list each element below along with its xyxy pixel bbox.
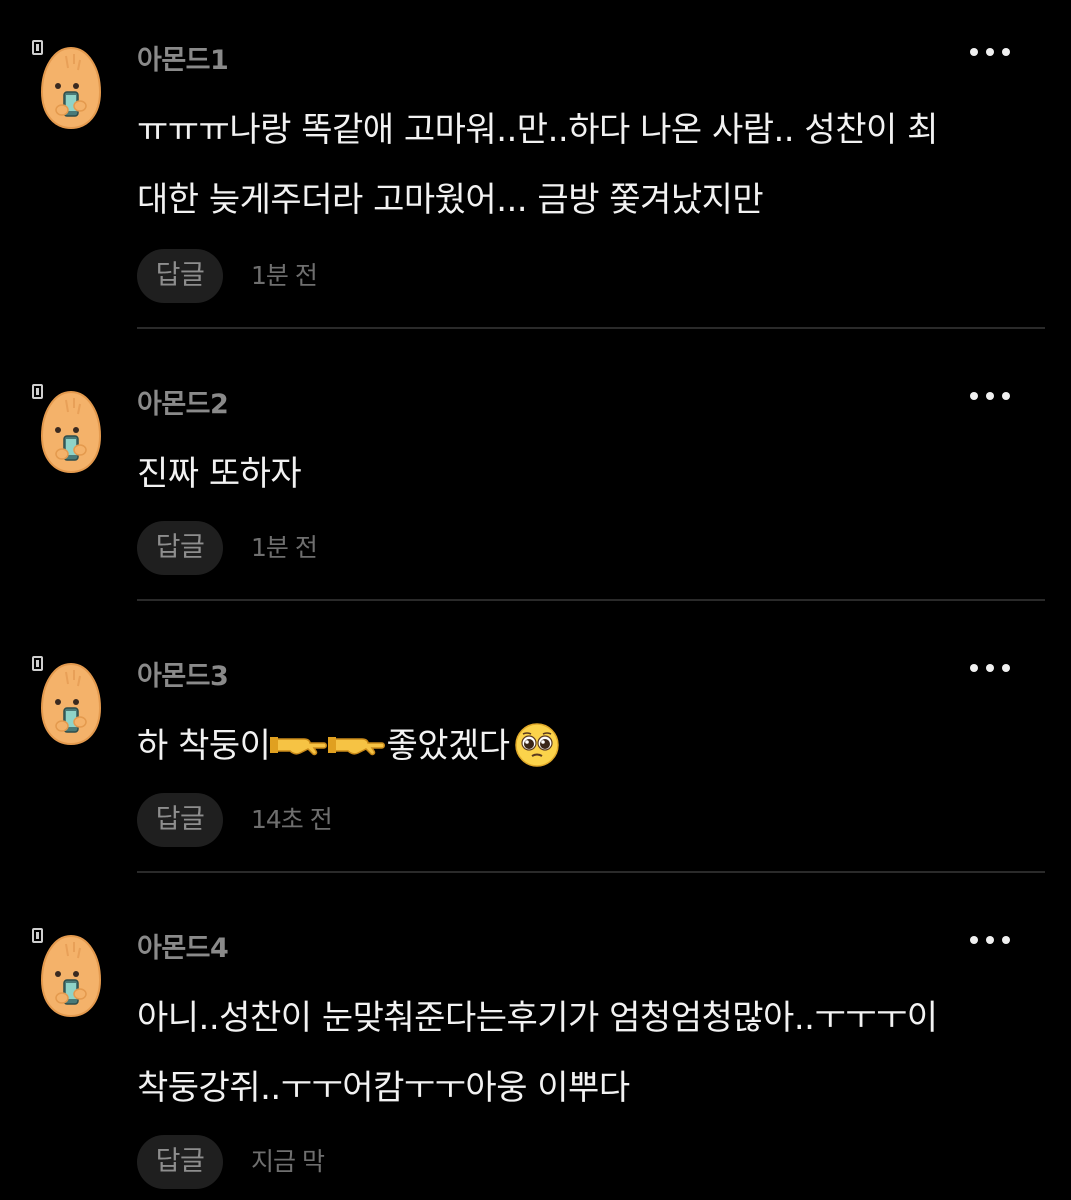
comment-author[interactable]: 아몬드2 xyxy=(137,387,229,423)
pointing-hand-emoji-icon xyxy=(328,736,386,755)
comment-text-part: 좋았겠다 xyxy=(386,726,510,766)
comment-text-line: 아니..성찬이 눈맞춰준다는후기가 엄청엄청많아..ㅜㅜㅜ이 xyxy=(137,998,938,1038)
comment-text-line: 하 착둥이 좋았겠다 xyxy=(137,711,1037,781)
more-options-icon[interactable] xyxy=(970,40,1010,64)
comment-timestamp: 14초 전 xyxy=(251,805,333,834)
almond-avatar-icon[interactable] xyxy=(36,934,106,1018)
comment-text-part: 하 착둥이 xyxy=(137,726,271,766)
almond-avatar-icon[interactable] xyxy=(36,662,106,746)
divider xyxy=(137,871,1045,873)
reply-button[interactable]: 답글 xyxy=(137,249,223,303)
reply-button[interactable]: 답글 xyxy=(137,521,223,575)
comment-text: ㅠㅠㅠ나랑 똑같애 고마워..만..하다 나온 사람.. 성찬이 최 대한 늦게… xyxy=(137,95,1037,235)
comment-author[interactable]: 아몬드3 xyxy=(137,659,229,695)
comment-text-line: 착둥강쥐..ㅜㅜ어캄ㅜㅜ아웅 이뿌다 xyxy=(137,1068,630,1108)
divider xyxy=(137,599,1045,601)
more-options-icon[interactable] xyxy=(970,384,1010,408)
comment-author[interactable]: 아몬드1 xyxy=(137,43,229,79)
more-options-icon[interactable] xyxy=(970,656,1010,680)
comment-text-line: 대한 늦게주더라 고마웠어... 금방 쫓겨났지만 xyxy=(137,180,764,220)
pleading-face-emoji-icon xyxy=(514,722,559,767)
reply-button[interactable]: 답글 xyxy=(137,793,223,847)
comment-text-line: 진짜 또하자 xyxy=(137,454,302,494)
comment-text: 하 착둥이 좋았겠다 xyxy=(137,711,1037,781)
pointing-hand-emoji-icon xyxy=(270,736,328,755)
comment-timestamp: 지금 막 xyxy=(251,1147,325,1176)
comment-author[interactable]: 아몬드4 xyxy=(137,931,229,967)
comment-timestamp: 1분 전 xyxy=(251,533,318,562)
almond-avatar-icon[interactable] xyxy=(36,390,106,474)
comment-text: 진짜 또하자 xyxy=(137,439,1037,509)
comment-text: 아니..성찬이 눈맞춰준다는후기가 엄청엄청많아..ㅜㅜㅜ이 착둥강쥐..ㅜㅜ어… xyxy=(137,983,1037,1123)
almond-avatar-icon[interactable] xyxy=(36,46,106,130)
reply-button[interactable]: 답글 xyxy=(137,1135,223,1189)
more-options-icon[interactable] xyxy=(970,928,1010,952)
comment-text-line: ㅠㅠㅠ나랑 똑같애 고마워..만..하다 나온 사람.. 성찬이 최 xyxy=(137,110,938,150)
divider xyxy=(137,327,1045,329)
comment-timestamp: 1분 전 xyxy=(251,261,318,290)
